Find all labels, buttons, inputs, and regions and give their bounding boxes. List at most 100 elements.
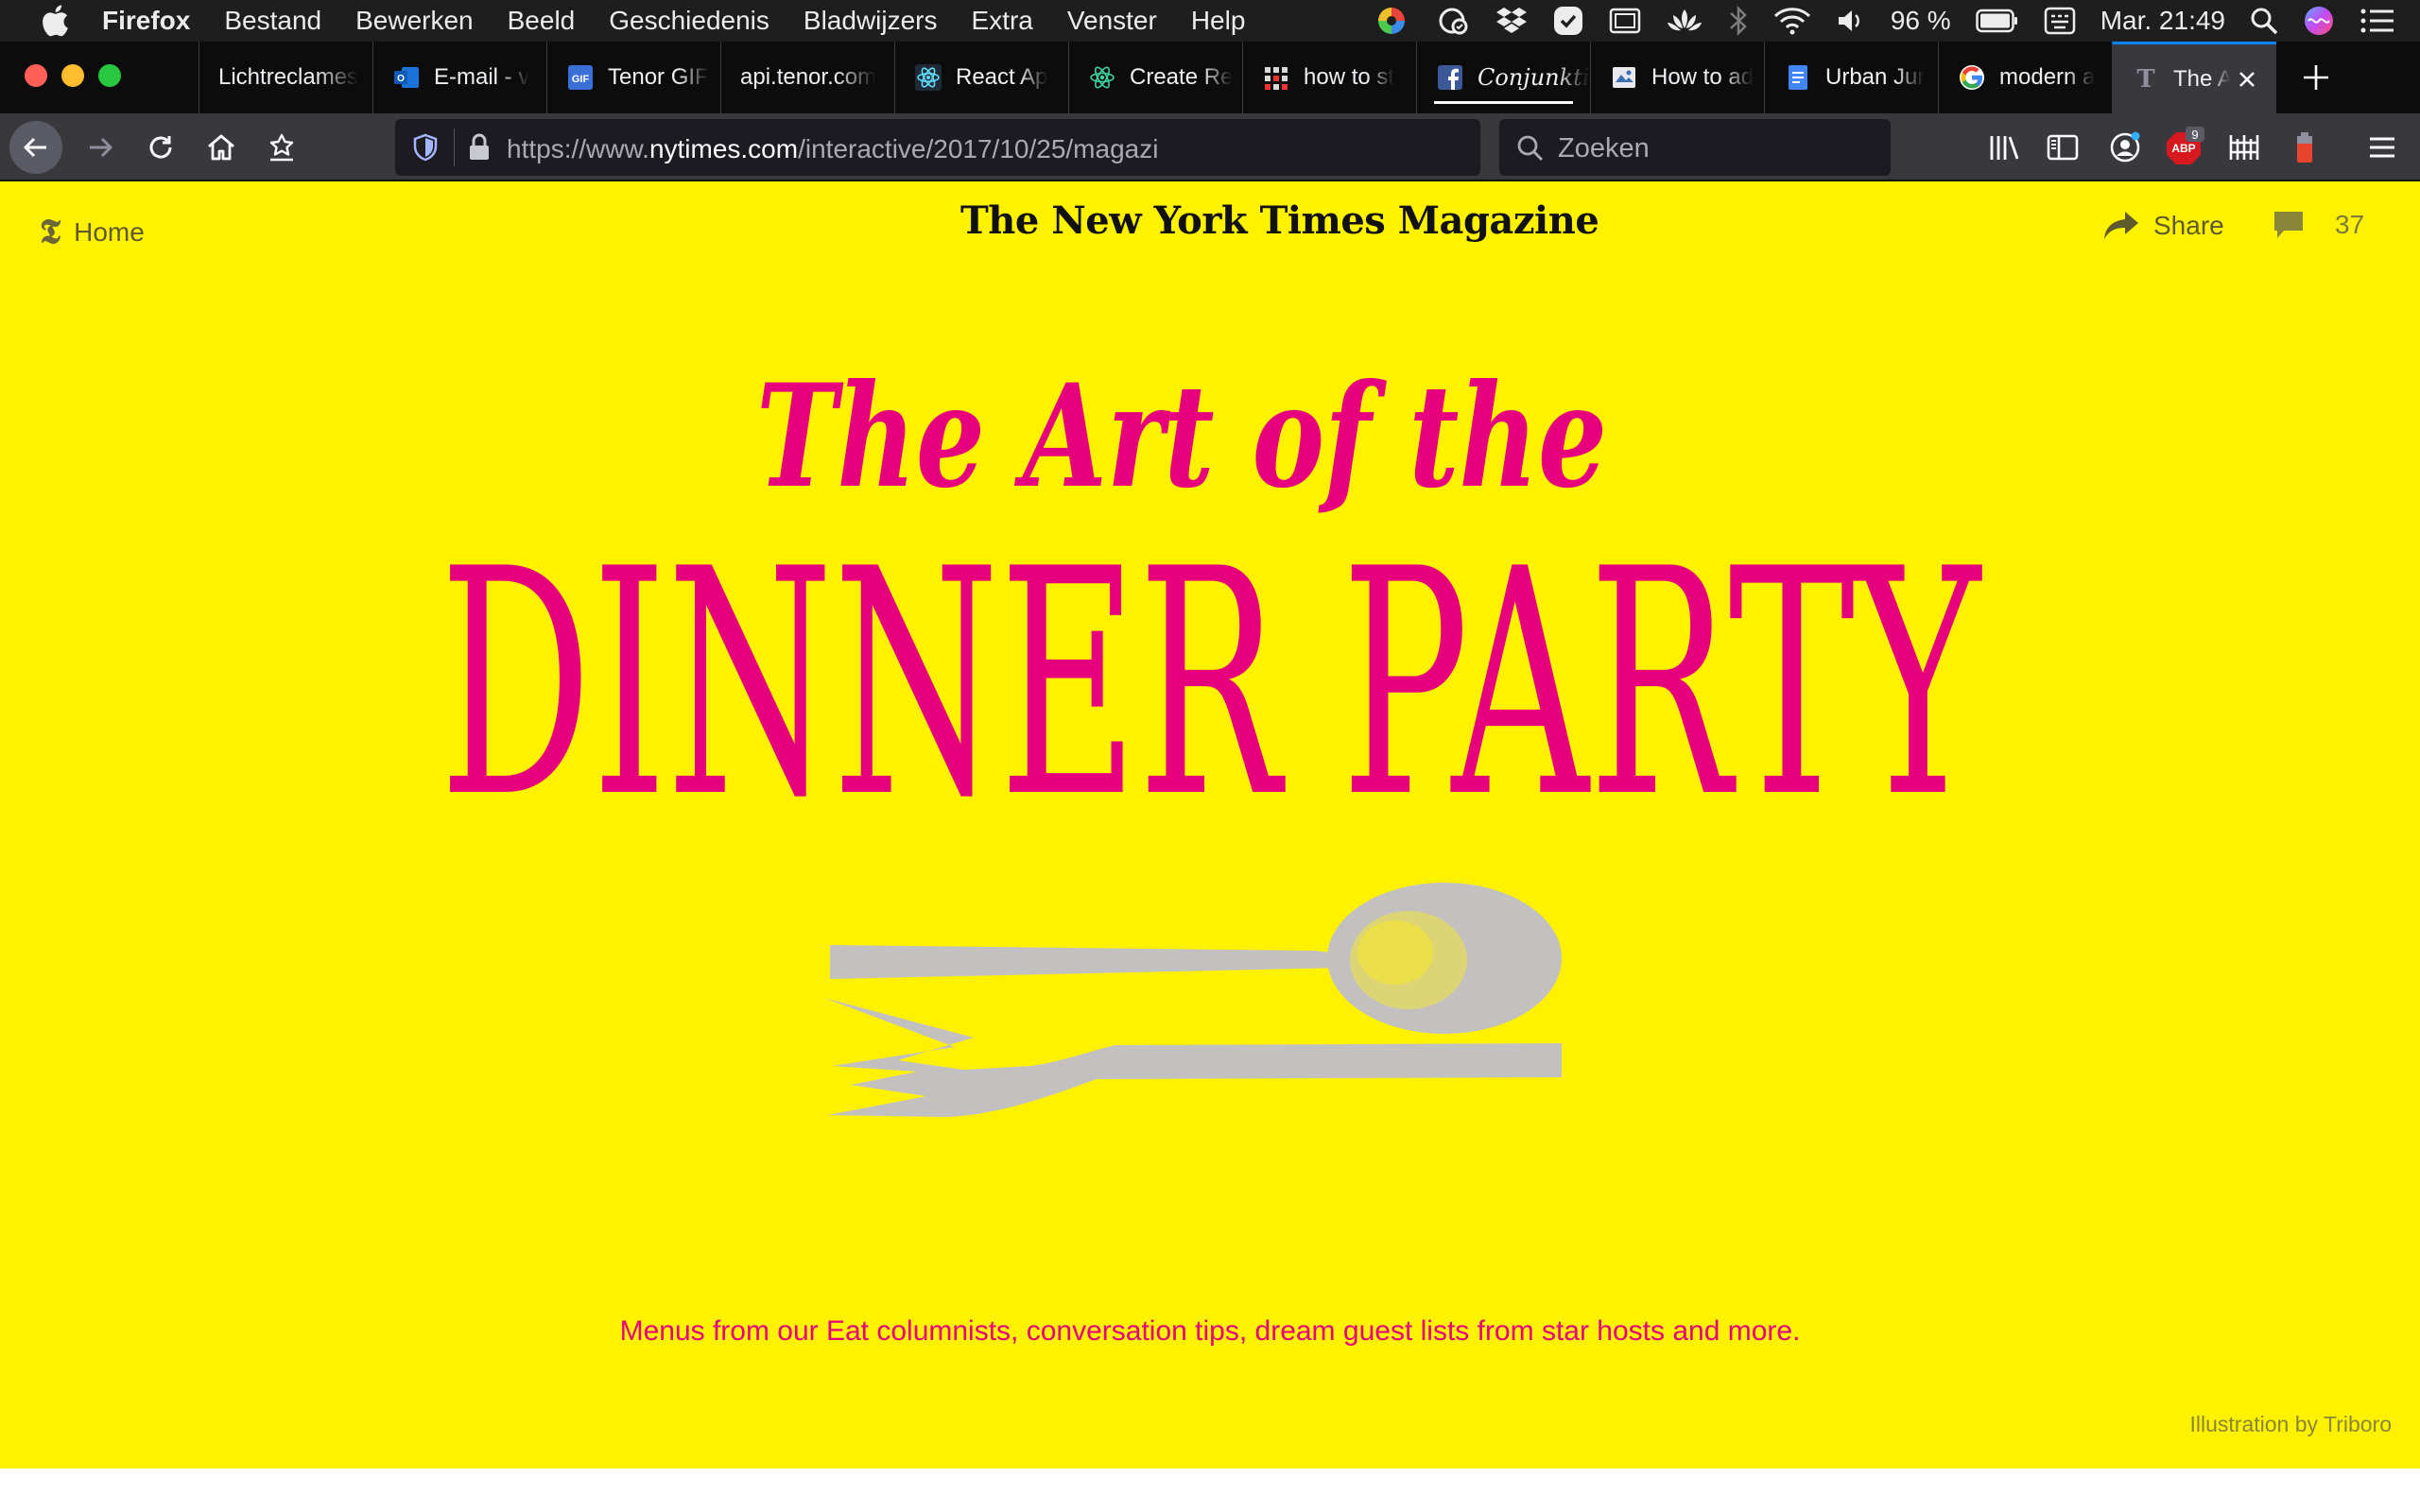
sidebar-toggle-icon[interactable] [2040, 125, 2085, 170]
svg-text:ABP: ABP [2171, 142, 2195, 155]
url-bar[interactable]: https://www.nytimes.com/interactive/2017… [395, 119, 1861, 176]
docs-icon [1784, 63, 1812, 92]
nyt-magazine-masthead[interactable]: The New York Times Magazine [960, 198, 1599, 243]
tab-title: How to ad [1651, 64, 1754, 90]
home-link-label: Home [74, 216, 145, 247]
menu-bar-status-area: 96 % Mar. 21:49 [1374, 0, 2420, 42]
tab-nyt-active[interactable]: T The A [2112, 42, 2276, 113]
article-dek: Menus from our Eat columnists, conversat… [619, 1315, 1801, 1347]
keyboard-viewer-icon[interactable] [2044, 0, 2076, 42]
illustration-credit: Illustration by Triboro [2189, 1412, 2392, 1436]
page-icon [1610, 63, 1638, 92]
bluetooth-icon[interactable] [1728, 0, 1749, 42]
url-text: https://www.nytimes.com/interactive/2017… [507, 134, 1582, 164]
menu-extra[interactable]: Extra [972, 6, 1033, 36]
reload-button[interactable] [134, 121, 187, 174]
tab-how-to-st[interactable]: how to st [1242, 42, 1416, 113]
tab-close-icon[interactable] [2233, 65, 2261, 94]
tab-title: Urban Jur [1825, 64, 1926, 90]
menu-help[interactable]: Help [1191, 6, 1246, 36]
dropbox-icon[interactable] [1495, 0, 1528, 42]
siri-icon[interactable] [2303, 0, 2335, 42]
tab-title: E-mail - v [434, 64, 530, 90]
hamburger-menu-icon[interactable] [2360, 125, 2405, 170]
color-wheel-icon[interactable] [1374, 0, 1409, 42]
tab-tenor-gif[interactable]: GIF Tenor GIF [546, 42, 720, 113]
url-prefix: https://www. [507, 134, 649, 163]
share-button[interactable]: Share [2102, 210, 2224, 242]
tab-title: Lichtreclames [218, 64, 359, 90]
comment-bubble-icon [2274, 212, 2303, 238]
url-display[interactable]: https://www.nytimes.com/interactive/2017… [507, 119, 1582, 176]
menu-bewerken[interactable]: Bewerken [355, 6, 474, 36]
tab-react-app[interactable]: React Ap [894, 42, 1068, 113]
apple-menu-icon[interactable] [36, 0, 74, 42]
adblock-plus-icon[interactable]: ABP 9 [2161, 125, 2206, 170]
menu-venster[interactable]: Venster [1067, 6, 1157, 36]
window-close-button[interactable] [25, 64, 47, 87]
checkmark-badge-icon[interactable] [1552, 0, 1584, 42]
account-icon[interactable] [2102, 125, 2148, 170]
search-bar[interactable]: Zoeken [1499, 119, 1891, 176]
menu-beeld[interactable]: Beeld [508, 6, 576, 36]
notification-center-icon[interactable] [2360, 0, 2395, 42]
tab-create-react[interactable]: Create Re [1068, 42, 1242, 113]
tab-urban-jur[interactable]: Urban Jur [1764, 42, 1938, 113]
bookmark-star-tray-icon[interactable] [255, 121, 308, 174]
home-button[interactable] [195, 121, 248, 174]
tab-api-tenor[interactable]: api.tenor.com [720, 42, 894, 113]
lotus-icon[interactable] [1666, 0, 1703, 42]
hero-script-text: The Art of the [756, 353, 1607, 520]
tab-title: api.tenor.com [740, 64, 877, 90]
comments-button[interactable]: 37 [2273, 210, 2364, 240]
nyt-icon: T [2136, 64, 2155, 94]
window-minimize-button[interactable] [61, 64, 84, 87]
hero-title-main: DINNER PARTY [440, 531, 1982, 815]
page-bottom-strip [0, 1469, 2420, 1512]
grid-icon [1262, 63, 1290, 92]
tab-title: modern a [1999, 64, 2096, 90]
battery-percentage: 96 % [1890, 6, 1951, 35]
cloud-sync-icon[interactable] [1433, 0, 1471, 42]
menu-geschiedenis[interactable]: Geschiedenis [609, 6, 769, 36]
url-path: /interactive/2017/10/25/magazi [798, 134, 1159, 163]
tab-how-to-ad[interactable]: How to ad [1590, 42, 1764, 113]
lock-icon[interactable] [465, 132, 493, 163]
spotlight-search-icon[interactable] [2250, 0, 2278, 42]
svg-text:O: O [397, 74, 405, 84]
share-arrow-icon [2104, 212, 2138, 239]
menu-bestand[interactable]: Bestand [224, 6, 321, 36]
volume-icon[interactable] [1836, 0, 1866, 42]
search-placeholder: Zoeken [1558, 133, 1650, 163]
window-zoom-button[interactable] [98, 64, 121, 87]
library-icon[interactable] [1981, 125, 2027, 170]
back-button[interactable] [9, 121, 62, 174]
forward-button[interactable] [74, 121, 127, 174]
tab-strip: Lichtreclames O E-mail - v GIF Tenor GIF… [0, 42, 2420, 113]
spoon-and-fork-illustration [824, 883, 1562, 1117]
hero-main-text: DINNER PARTY [440, 531, 1982, 815]
spoon-icon [830, 883, 1562, 1034]
menu-bar-clock[interactable]: Mar. 21:49 [2100, 6, 2225, 36]
display-mirror-icon[interactable] [1609, 0, 1641, 42]
tab-facebook[interactable]: Conjunkti [1416, 42, 1590, 113]
tracking-protection-shield-icon[interactable] [410, 132, 441, 163]
tab-lichtreclames[interactable]: Lichtreclames [199, 42, 372, 113]
extension-battery-icon[interactable] [2282, 125, 2327, 170]
tab-google-modern[interactable]: modern a [1938, 42, 2112, 113]
tab-title: Tenor GIF [608, 64, 709, 90]
menu-app-firefox[interactable]: Firefox [102, 6, 190, 36]
tab-title: Create Re [1130, 64, 1234, 90]
home-link[interactable]: 𝕿 Home [40, 212, 145, 252]
tab-title: how to st [1304, 64, 1395, 90]
navigation-toolbar: https://www.nytimes.com/interactive/2017… [0, 113, 2420, 181]
extension-grid-icon[interactable] [2221, 125, 2267, 170]
url-bar-separator [454, 129, 455, 166]
battery-icon[interactable] [1975, 0, 2019, 42]
menu-bladwijzers[interactable]: Bladwijzers [804, 6, 938, 36]
new-tab-button[interactable] [2295, 57, 2337, 98]
tab-email[interactable]: O E-mail - v [372, 42, 546, 113]
svg-text:GIF: GIF [572, 74, 590, 85]
share-label: Share [2153, 211, 2224, 240]
wifi-icon[interactable] [1773, 0, 1811, 42]
